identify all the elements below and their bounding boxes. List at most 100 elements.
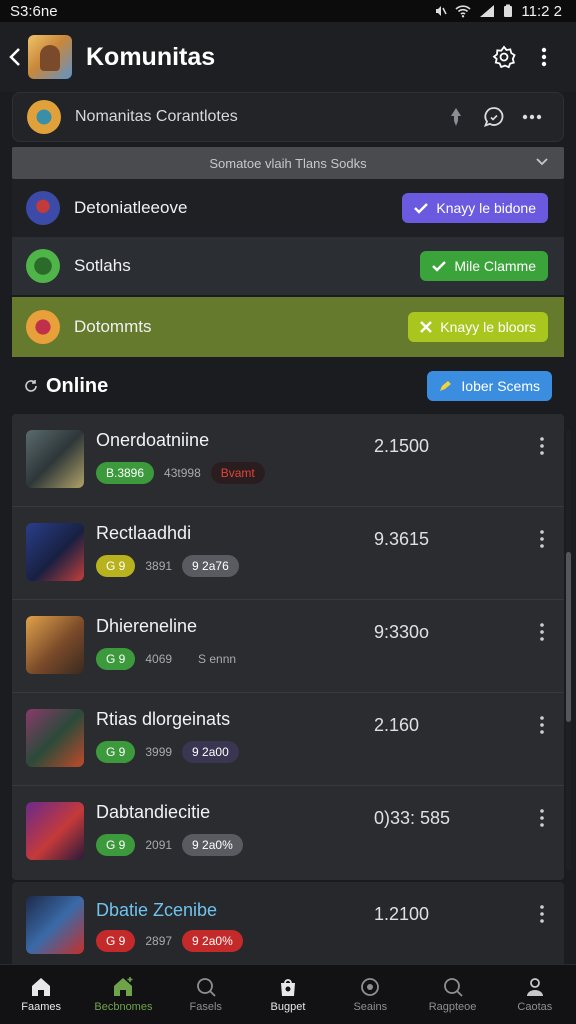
- game-tag-status: 9 2a76: [182, 555, 239, 577]
- feature-avatar-icon: [26, 310, 60, 344]
- nav-label: Ragpteoe: [428, 1000, 477, 1013]
- chat-bubble-icon: [483, 107, 504, 128]
- row-more-button[interactable]: [534, 806, 550, 830]
- nav-item-activity[interactable]: Seains: [329, 965, 411, 1024]
- feature-avatar-icon: [26, 249, 60, 283]
- online-action-button[interactable]: Iober Scems: [427, 371, 552, 401]
- game-tag-status: Bvamt: [210, 462, 265, 484]
- chat-button[interactable]: [475, 98, 513, 136]
- community-avatar[interactable]: [28, 35, 72, 79]
- nav-item-communities[interactable]: Becbnomes: [82, 965, 164, 1024]
- check-icon: [414, 203, 429, 214]
- status-clock: 11:2 2: [521, 2, 562, 20]
- home-icon: [32, 977, 51, 996]
- game-tag-status: 9 2a00: [182, 741, 239, 763]
- game-thumbnail: [26, 616, 84, 674]
- list-item[interactable]: Onerdoatniine 2.1500 B.3896 43t998 Bvamt: [12, 414, 564, 507]
- community-card[interactable]: Nomanitas Corantlotes: [12, 92, 564, 142]
- gear-icon: [492, 45, 516, 69]
- nav-item-search[interactable]: Fasels: [165, 965, 247, 1024]
- row-more-button[interactable]: [534, 620, 550, 644]
- feature-label: Dotommts: [74, 317, 152, 336]
- list-item[interactable]: Dhiereneline 9:330o G 9 4069 S ennn: [12, 600, 564, 693]
- feature-action-label: Knayy le bloors: [440, 319, 536, 335]
- row-more-button[interactable]: [534, 434, 550, 458]
- app-bar: Komunitas: [0, 22, 576, 92]
- feature-row[interactable]: Detoniatleeove Knayy le bidone: [12, 179, 564, 237]
- feature-action-button[interactable]: Mile Clamme: [420, 251, 548, 281]
- feature-action-button[interactable]: Knayy le bidone: [402, 193, 548, 223]
- online-header: Online Iober Scems: [24, 366, 552, 406]
- search-icon: [196, 977, 216, 997]
- chevron-left-icon: [9, 48, 20, 66]
- scrollbar-thumb[interactable]: [566, 552, 571, 722]
- page-title: Komunitas: [86, 42, 216, 71]
- more-vertical-icon: [541, 47, 547, 67]
- bottom-navigation: Faames Becbnomes Fasels Bugpet Seains Ra…: [0, 964, 576, 1024]
- card-more-button[interactable]: [513, 98, 551, 136]
- battery-icon: [504, 4, 513, 17]
- online-title: Online: [46, 374, 109, 397]
- more-vertical-icon: [540, 905, 544, 923]
- feature-avatar-icon: [26, 191, 60, 225]
- game-name: Dbatie Zcenibe: [96, 900, 218, 920]
- feature-row[interactable]: Sotlahs Mile Clamme: [12, 237, 564, 295]
- game-tag-primary: G 9: [96, 648, 136, 670]
- game-list: Onerdoatniine 2.1500 B.3896 43t998 Bvamt…: [12, 414, 564, 880]
- nav-label: Caotas: [517, 1000, 553, 1013]
- game-value: 2.1500: [374, 436, 430, 456]
- nav-label: Seains: [353, 1000, 388, 1013]
- game-tag-primary: B.3896: [96, 462, 155, 484]
- pin-button[interactable]: [437, 98, 475, 136]
- signal-icon: [480, 5, 495, 17]
- nav-item-home[interactable]: Faames: [0, 965, 82, 1024]
- more-options-button[interactable]: [524, 37, 564, 77]
- game-tags: G 9 4069 S ennn: [96, 648, 236, 670]
- row-more-button[interactable]: [534, 527, 550, 551]
- more-vertical-icon: [540, 623, 544, 641]
- game-tag-status: S ennn: [198, 652, 237, 666]
- wifi-icon: [455, 5, 471, 18]
- feature-action-label: Mile Clamme: [454, 258, 536, 274]
- back-button[interactable]: [4, 37, 26, 77]
- edit-icon: [440, 381, 452, 391]
- game-value: 1.2100: [374, 904, 430, 924]
- list-item[interactable]: Dabtandiecitie 0)33: 585 G 9 2091 9 2a0%: [12, 786, 564, 879]
- community-logo: [27, 100, 61, 134]
- pin-icon: [451, 108, 461, 126]
- settings-button[interactable]: [484, 37, 524, 77]
- bag-icon: [280, 978, 295, 996]
- game-tag-count: 3891: [145, 559, 173, 573]
- target-icon: [361, 977, 380, 996]
- search-icon: [443, 977, 463, 997]
- more-vertical-icon: [540, 809, 544, 827]
- game-name: Dabtandiecitie: [96, 802, 211, 822]
- feature-label: Sotlahs: [74, 256, 131, 275]
- list-item[interactable]: Dbatie Zcenibe 1.2100 G 9 2897 9 2a0%: [12, 882, 564, 964]
- list-item[interactable]: Rectlaadhdi 9.3615 G 9 3891 9 2a76: [12, 507, 564, 600]
- game-tags: G 9 3891 9 2a76: [96, 555, 239, 577]
- row-more-button[interactable]: [534, 713, 550, 737]
- nav-item-store[interactable]: Bugpet: [247, 965, 329, 1024]
- nav-item-profile[interactable]: Caotas: [494, 965, 576, 1024]
- close-icon: [420, 321, 433, 333]
- game-thumbnail: [26, 802, 84, 860]
- game-tags: B.3896 43t998 Bvamt: [96, 462, 265, 484]
- game-value: 9:330o: [374, 622, 430, 642]
- status-bar: S3:6ne 11:2 2: [0, 0, 576, 22]
- section-header-title: Somatoe vlaih Tlans Sodks: [209, 155, 367, 171]
- game-value: 2.160: [374, 715, 420, 735]
- online-action-label: Iober Scems: [461, 378, 540, 394]
- community-name: Nomanitas Corantlotes: [75, 108, 238, 125]
- nav-item-explore[interactable]: Ragpteoe: [411, 965, 493, 1024]
- game-tags: G 9 2897 9 2a0%: [96, 930, 243, 952]
- list-item[interactable]: Rtias dlorgeinats 2.160 G 9 3999 9 2a00: [12, 693, 564, 786]
- collapsible-section-header[interactable]: Somatoe vlaih Tlans Sodks: [12, 147, 564, 179]
- game-tag-count: 3999: [145, 745, 173, 759]
- feature-row[interactable]: Dotommts Knayy le bloors: [12, 297, 564, 357]
- feature-action-button[interactable]: Knayy le bloors: [408, 312, 548, 342]
- row-more-button[interactable]: [534, 902, 550, 926]
- profile-icon: [526, 977, 543, 996]
- game-name: Dhiereneline: [96, 616, 198, 636]
- feature-action-label: Knayy le bidone: [436, 200, 536, 216]
